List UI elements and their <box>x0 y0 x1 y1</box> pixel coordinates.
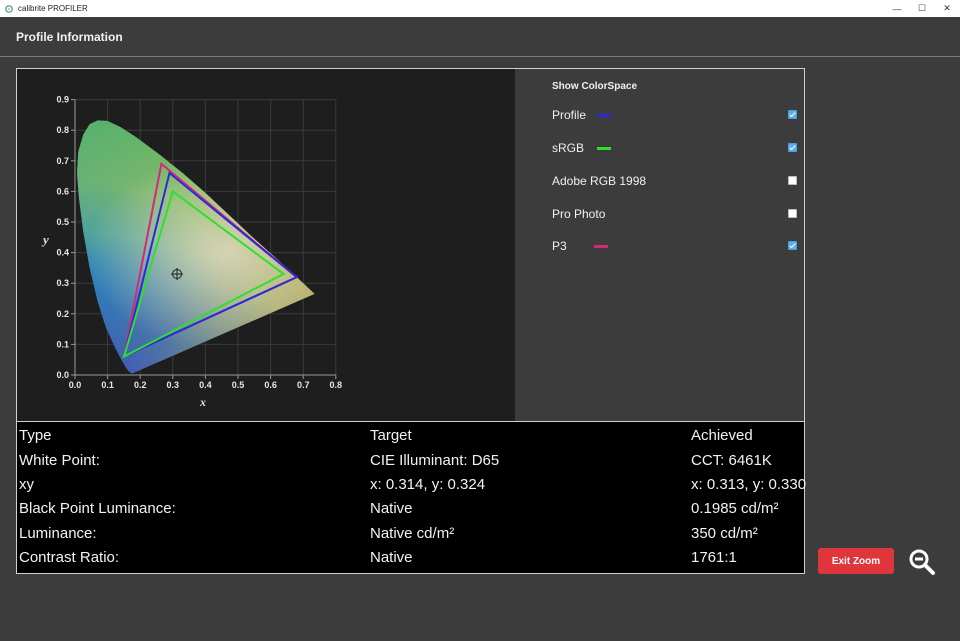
x-tick-label: 0.0 <box>69 380 82 390</box>
legend-label: sRGB <box>552 141 585 155</box>
table-cell: CIE Illuminant: D65 <box>370 452 500 469</box>
y-tick-label: 0.6 <box>56 186 69 196</box>
y-tick-label: 0.9 <box>56 95 69 105</box>
x-tick-label: 0.8 <box>330 380 343 390</box>
table-cell: 0.1985 cd/m² <box>691 500 779 517</box>
x-tick-label: 0.1 <box>101 380 114 390</box>
x-tick-label: 0.7 <box>297 380 310 390</box>
y-tick-label: 0.0 <box>56 370 69 380</box>
window-title: calibrite PROFILER <box>18 4 88 13</box>
legend-swatch <box>597 114 611 117</box>
table-cell: x: 0.313, y: 0.330 <box>691 476 807 493</box>
legend-item-srgb[interactable]: sRGB <box>552 139 797 157</box>
y-tick-label: 0.5 <box>56 217 69 227</box>
legend-label: Adobe RGB 1998 <box>552 174 647 188</box>
table-row: Contrast Ratio: Native 1761:1 <box>17 546 804 570</box>
table-cell: Luminance: <box>19 525 97 542</box>
table-cell: Native <box>370 549 413 566</box>
profile-checkbox[interactable] <box>788 110 797 119</box>
close-icon: ✕ <box>943 3 951 13</box>
pro-photo-checkbox[interactable] <box>788 209 797 218</box>
x-axis-label: x <box>199 395 206 409</box>
table-row: xy x: 0.314, y: 0.324 x: 0.313, y: 0.330 <box>17 473 807 497</box>
table-cell: Type <box>19 427 52 444</box>
profile-info-table: Type Target Achieved White Point: CIE Il… <box>17 421 807 573</box>
table-cell: xy <box>19 476 34 493</box>
legend-label: Profile <box>552 108 587 122</box>
y-axis-label: y <box>41 232 49 247</box>
table-cell: Target <box>370 427 412 444</box>
maximize-icon: ☐ <box>917 3 927 13</box>
exit-zoom-button[interactable]: Exit Zoom <box>818 548 894 574</box>
table-cell: White Point: <box>19 452 100 469</box>
cie-chart-svg: 0.0 0.1 0.2 0.3 0.4 0.5 0.6 0.7 0.8 0.0 0.1 0.2 0.3 0… <box>41 95 343 409</box>
y-tick-label: 0.4 <box>56 248 69 258</box>
table-row: Black Point Luminance: Native 0.1985 cd/… <box>17 497 804 521</box>
table-cell: 350 cd/m² <box>691 525 758 542</box>
legend-label: P3 <box>552 239 567 253</box>
table-cell: 1761:1 <box>691 549 737 566</box>
x-tick-label: 0.2 <box>134 380 147 390</box>
maximize-button[interactable]: ☐ <box>910 0 934 17</box>
table-cell: Black Point Luminance: <box>19 500 176 517</box>
legend-item-p3[interactable]: P3 <box>552 237 797 255</box>
legend-item-pro-photo[interactable]: Pro Photo <box>552 205 797 223</box>
x-tick-label: 0.4 <box>199 380 212 390</box>
table-cell: CCT: 6461K <box>691 452 772 469</box>
table-cell: Achieved <box>691 427 753 444</box>
legend-swatch <box>597 147 611 150</box>
y-tick-label: 0.1 <box>56 339 69 349</box>
colorspace-legend: Show ColorSpace Profile sRGB Adobe RGB 1… <box>515 69 804 421</box>
adobe-rgb-checkbox[interactable] <box>788 176 797 185</box>
page-title: Profile Information <box>16 30 123 44</box>
window-titlebar: calibrite PROFILER — ☐ ✕ <box>0 0 960 17</box>
table-cell: Native cd/m² <box>370 525 455 542</box>
legend-swatch <box>594 245 608 248</box>
minimize-button[interactable]: — <box>885 0 909 17</box>
zoom-out-icon[interactable] <box>908 548 936 576</box>
legend-item-adobe-rgb[interactable]: Adobe RGB 1998 <box>552 172 797 190</box>
x-tick-label: 0.6 <box>264 380 277 390</box>
x-tick-label: 0.3 <box>167 380 180 390</box>
y-tick-label: 0.7 <box>56 156 69 166</box>
legend-label: Pro Photo <box>552 207 606 221</box>
page-header: Profile Information <box>0 17 960 57</box>
x-tick-label: 0.5 <box>232 380 245 390</box>
p3-checkbox[interactable] <box>788 241 797 250</box>
srgb-checkbox[interactable] <box>788 143 797 152</box>
chromaticity-diagram: 0.0 0.1 0.2 0.3 0.4 0.5 0.6 0.7 0.8 0.0 0.1 0.2 0.3 0… <box>17 69 515 421</box>
legend-item-profile[interactable]: Profile <box>552 106 797 124</box>
table-cell: Contrast Ratio: <box>19 549 120 566</box>
y-tick-label: 0.2 <box>56 309 69 319</box>
legend-heading: Show ColorSpace <box>552 81 638 92</box>
y-tick-label: 0.3 <box>56 278 69 288</box>
table-row: White Point: CIE Illuminant: D65 CCT: 64… <box>17 449 804 473</box>
table-row: Luminance: Native cd/m² 350 cd/m² <box>17 522 804 546</box>
app-logo-icon <box>5 4 13 13</box>
table-cell: Native <box>370 500 413 517</box>
profile-info-panel: 0.0 0.1 0.2 0.3 0.4 0.5 0.6 0.7 0.8 0.0 0.1 0.2 0.3 0… <box>16 68 807 574</box>
y-tick-label: 0.8 <box>56 125 69 135</box>
close-button[interactable]: ✕ <box>935 0 959 17</box>
minimize-icon: — <box>892 3 902 14</box>
table-cell: x: 0.314, y: 0.324 <box>370 476 486 493</box>
table-header-row: Type Target Achieved <box>17 424 804 448</box>
spectral-locus-fill <box>77 120 315 374</box>
